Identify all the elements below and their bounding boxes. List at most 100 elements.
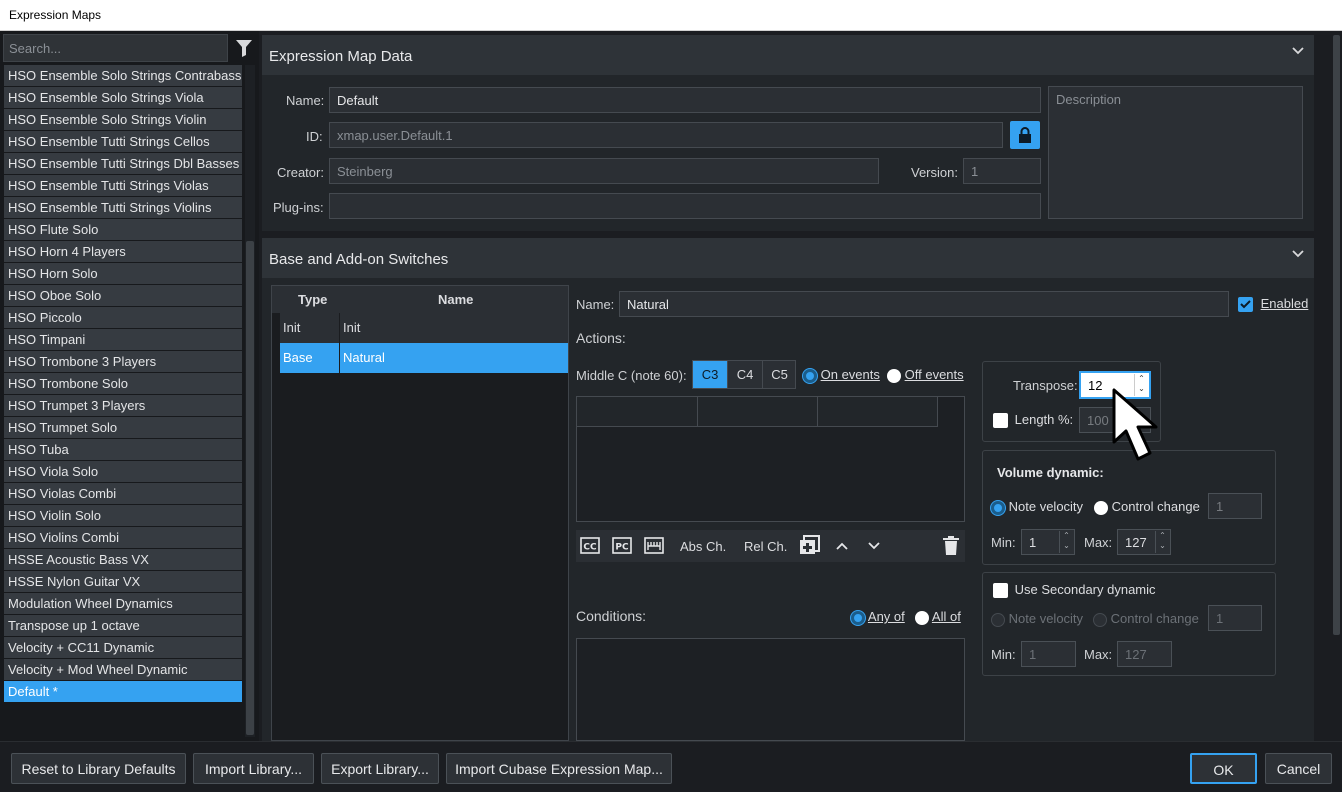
length-checkbox[interactable]: Length %: [993, 412, 1073, 429]
list-item[interactable]: HSO Violin Solo [4, 505, 242, 526]
c5-button[interactable]: C5 [762, 361, 796, 388]
list-item[interactable]: HSO Tuba [4, 439, 242, 460]
max-value: 127 [1125, 535, 1147, 550]
filter-button[interactable] [230, 34, 257, 62]
chevron-down-icon[interactable] [1292, 47, 1304, 55]
creator-field[interactable]: Steinberg [329, 158, 879, 184]
max-spinbox[interactable]: 127 ⌃ ⌄ [1117, 529, 1171, 555]
section-title: Base and Add-on Switches [269, 251, 449, 268]
rel-channel-button[interactable]: Rel Ch. [744, 539, 787, 554]
creator-label: Creator: [277, 165, 324, 180]
list-item[interactable]: HSO Flute Solo [4, 219, 242, 240]
c4-button[interactable]: C4 [727, 361, 762, 388]
move-up-icon[interactable] [836, 542, 848, 550]
conditions-list[interactable] [576, 638, 965, 741]
svg-text:PC: PC [615, 543, 629, 553]
plugins-field[interactable] [329, 193, 1041, 219]
actions-toolbar: CC PC Abs Ch. Rel Ch. [576, 530, 965, 562]
sec-max-label: Max: [1084, 647, 1113, 662]
enabled-checkbox[interactable]: Enabled [1238, 296, 1308, 313]
trash-icon[interactable] [942, 535, 960, 556]
reset-library-button[interactable]: Reset to Library Defaults [11, 753, 186, 784]
pc-icon[interactable]: PC [612, 537, 632, 554]
cc-icon[interactable]: CC [580, 537, 600, 554]
actions-table-header [577, 397, 938, 427]
c3-button[interactable]: C3 [693, 361, 727, 388]
keyswitch-icon[interactable] [644, 537, 664, 554]
list-item[interactable]: HSO Ensemble Solo Strings Viola [4, 87, 242, 108]
list-item[interactable]: HSO Timpani [4, 329, 242, 350]
list-item[interactable]: HSO Ensemble Tutti Strings Violas [4, 175, 242, 196]
table-row[interactable]: Base Natural [280, 343, 568, 373]
control-change-label: Control change [1111, 499, 1200, 514]
svg-text:CC: CC [583, 543, 597, 553]
sec-control-change-radio: Control change [1093, 611, 1199, 627]
min-spinbox[interactable]: 1 ⌃ ⌄ [1021, 529, 1075, 555]
list-scrollbar-thumb[interactable] [246, 241, 254, 735]
search-input[interactable]: Search... [3, 34, 228, 62]
secondary-dynamic-checkbox[interactable]: Use Secondary dynamic [993, 582, 1156, 599]
max-stepper[interactable]: ⌃ ⌄ [1155, 531, 1169, 553]
import-cubase-map-button[interactable]: Import Cubase Expression Map... [446, 753, 672, 784]
list-item[interactable]: HSO Horn Solo [4, 263, 242, 284]
control-change-radio[interactable]: Control change [1094, 499, 1200, 515]
import-library-button[interactable]: Import Library... [193, 753, 314, 784]
on-events-radio[interactable]: On events [803, 367, 880, 383]
section-title: Expression Map Data [269, 48, 413, 65]
list-item[interactable]: Velocity + Mod Wheel Dynamic [4, 659, 242, 680]
list-item[interactable]: HSO Ensemble Tutti Strings Violins [4, 197, 242, 218]
list-item[interactable]: HSO Ensemble Solo Strings Contrabass [4, 65, 242, 86]
transpose-label: Transpose: [1013, 378, 1078, 393]
list-item[interactable]: HSO Ensemble Tutti Strings Dbl Basses [4, 153, 242, 174]
table-row[interactable]: Init Init [280, 313, 568, 343]
list-item[interactable]: HSO Violins Combi [4, 527, 242, 548]
list-item[interactable]: Velocity + CC11 Dynamic [4, 637, 242, 658]
list-item[interactable]: HSO Trumpet 3 Players [4, 395, 242, 416]
panel-scrollbar[interactable] [1331, 31, 1342, 741]
map-id-field[interactable]: xmap.user.Default.1 [329, 122, 1003, 148]
list-item[interactable]: Transpose up 1 octave [4, 615, 242, 636]
all-of-radio[interactable]: All of [915, 609, 961, 625]
any-of-label: Any of [867, 609, 905, 624]
chevron-down-icon[interactable] [1292, 250, 1304, 258]
map-name-field[interactable]: Default [329, 87, 1041, 113]
expression-map-data-header[interactable]: Expression Map Data [262, 35, 1314, 75]
list-item[interactable]: HSSE Acoustic Bass VX [4, 549, 242, 570]
list-item[interactable]: HSO Trumpet Solo [4, 417, 242, 438]
abs-channel-button[interactable]: Abs Ch. [680, 539, 726, 554]
list-item[interactable]: HSO Trombone Solo [4, 373, 242, 394]
export-library-button[interactable]: Export Library... [321, 753, 439, 784]
list-item[interactable]: Default * [4, 681, 242, 702]
switches-header[interactable]: Base and Add-on Switches [262, 238, 1314, 278]
list-item[interactable]: HSO Ensemble Tutti Strings Cellos [4, 131, 242, 152]
middle-c-label: Middle C (note 60): [576, 368, 687, 383]
map-list: HSO Ensemble Solo Strings Contrabass HSO … [4, 65, 242, 703]
cc-number-field[interactable]: 1 [1208, 493, 1262, 519]
any-of-radio[interactable]: Any of [851, 609, 905, 625]
list-item[interactable]: HSO Violas Combi [4, 483, 242, 504]
add-action-icon[interactable] [799, 535, 821, 555]
switch-name-field[interactable]: Natural [619, 291, 1229, 317]
all-of-label: All of [931, 609, 961, 624]
sec-min-label: Min: [991, 647, 1016, 662]
lock-button[interactable] [1010, 121, 1040, 149]
list-item[interactable]: HSO Viola Solo [4, 461, 242, 482]
note-velocity-radio[interactable]: Note velocity [991, 499, 1083, 515]
version-field[interactable]: 1 [963, 158, 1041, 184]
list-item[interactable]: HSO Piccolo [4, 307, 242, 328]
ok-button[interactable]: OK [1190, 753, 1257, 784]
off-events-radio[interactable]: Off events [887, 367, 964, 383]
list-item[interactable]: HSO Oboe Solo [4, 285, 242, 306]
move-down-icon[interactable] [868, 542, 880, 550]
expression-map-library: Search... HSO Ensemble Solo Strings Cont… [0, 31, 259, 766]
min-stepper[interactable]: ⌃ ⌄ [1059, 531, 1073, 553]
cancel-button[interactable]: Cancel [1265, 753, 1332, 784]
list-item[interactable]: HSO Horn 4 Players [4, 241, 242, 262]
conditions-label: Conditions: [576, 608, 647, 624]
switches-table: Type Name Init Init Base Natural [271, 285, 569, 741]
list-item[interactable]: HSO Trombone 3 Players [4, 351, 242, 372]
description-field[interactable]: Description [1048, 86, 1303, 219]
list-item[interactable]: HSO Ensemble Solo Strings Violin [4, 109, 242, 130]
list-item[interactable]: HSSE Nylon Guitar VX [4, 571, 242, 592]
list-item[interactable]: Modulation Wheel Dynamics [4, 593, 242, 614]
